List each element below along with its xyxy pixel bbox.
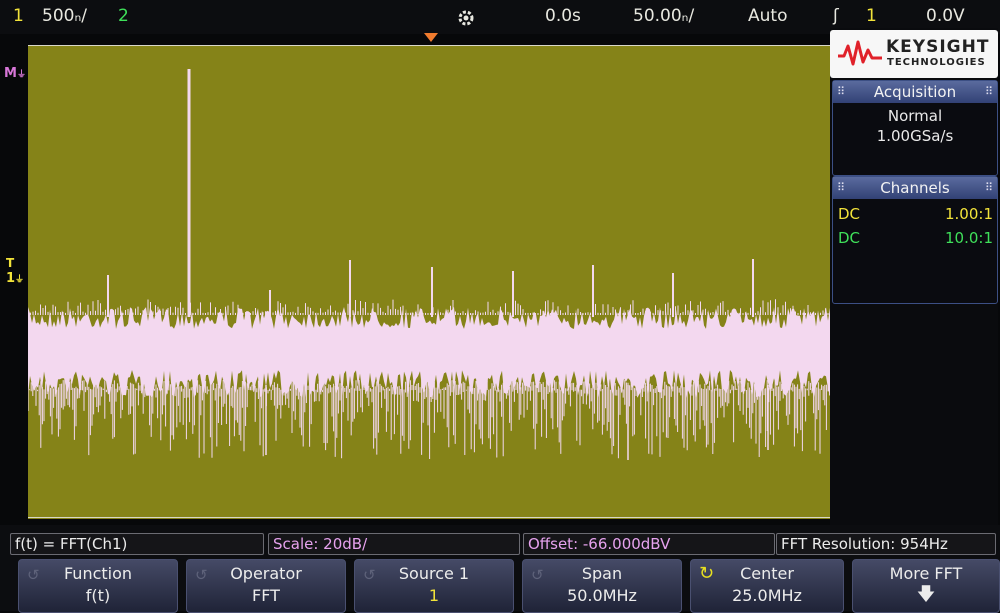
grip-icon: ⠿ — [837, 181, 846, 194]
delay-value[interactable]: 0.0s — [545, 6, 581, 26]
acquisition-mode: Normal — [887, 107, 943, 125]
trigger-position-marker — [424, 33, 438, 42]
ch2-label[interactable]: 2 — [118, 6, 129, 26]
fft-resolution-status: FFT Resolution: 954Hz — [776, 533, 996, 555]
acquisition-panel[interactable]: ⠿ Acquisition ⠿ Normal 1.00GSa/s — [832, 80, 998, 176]
function-softkey[interactable]: ↺ Function f(t) — [18, 559, 178, 613]
grip-icon: ⠿ — [837, 85, 846, 98]
sample-rate: 1.00GSa/s — [876, 127, 954, 145]
span-softkey[interactable]: ↺ Span 50.0MHz — [522, 559, 682, 613]
ch1-coupling: DC — [838, 205, 861, 223]
down-arrow-icon: 🡇 — [916, 584, 936, 605]
keysight-wave-icon — [838, 40, 882, 66]
acquisition-header: ⠿ Acquisition ⠿ — [833, 81, 997, 103]
noise-grass — [28, 299, 834, 315]
grip-icon: ⠿ — [984, 85, 993, 98]
operator-softkey[interactable]: ↺ Operator FFT — [186, 559, 346, 613]
function-status: f(t) = FFT(Ch1) — [10, 533, 264, 555]
delay-knob-icon — [456, 8, 476, 33]
offset-status: Offset: -66.000dBV — [523, 533, 775, 555]
keysight-logo: KEYSIGHT TECHNOLOGIES — [830, 30, 998, 78]
trigger-level[interactable]: 0.0V — [926, 6, 965, 26]
fft-trace — [28, 69, 835, 460]
channels-panel[interactable]: ⠿ Channels ⠿ DC 1.00:1 DC 10.0:1 — [832, 176, 998, 304]
center-softkey[interactable]: ↻ Center 25.0MHz — [690, 559, 844, 613]
ch2-probe-ratio: 10.0:1 — [945, 229, 993, 247]
ch1-scale[interactable]: 500ₙ/ — [42, 6, 87, 26]
brand-sub: TECHNOLOGIES — [887, 57, 986, 68]
ch1-ground-marker: 1⏚ — [6, 271, 25, 286]
bottom-bar: f(t) = FFT(Ch1) Scale: 20dB/ Offset: -66… — [0, 525, 1000, 613]
trigger-edge-icon: ʃ — [833, 6, 839, 26]
ch1-probe-ratio: 1.00:1 — [945, 205, 993, 223]
ch1-label[interactable]: 1 — [13, 6, 24, 26]
trigger-level-marker: T — [6, 256, 15, 270]
more-fft-softkey[interactable]: More FFT 🡇 — [852, 559, 1000, 613]
channels-header: ⠿ Channels ⠿ — [833, 177, 997, 199]
timebase-value[interactable]: 50.00ₙ/ — [633, 6, 694, 26]
brand-name: KEYSIGHT — [886, 37, 990, 57]
trigger-source[interactable]: 1 — [866, 6, 877, 26]
trigger-mode[interactable]: Auto — [748, 6, 787, 26]
source1-softkey[interactable]: ↺ Source 1 1 — [354, 559, 514, 613]
waveform-display[interactable] — [28, 45, 835, 519]
scale-status: Scale: 20dB/ — [268, 533, 520, 555]
ch2-coupling: DC — [838, 229, 861, 247]
math-marker: M⏚ — [4, 66, 26, 81]
grip-icon: ⠿ — [984, 181, 993, 194]
